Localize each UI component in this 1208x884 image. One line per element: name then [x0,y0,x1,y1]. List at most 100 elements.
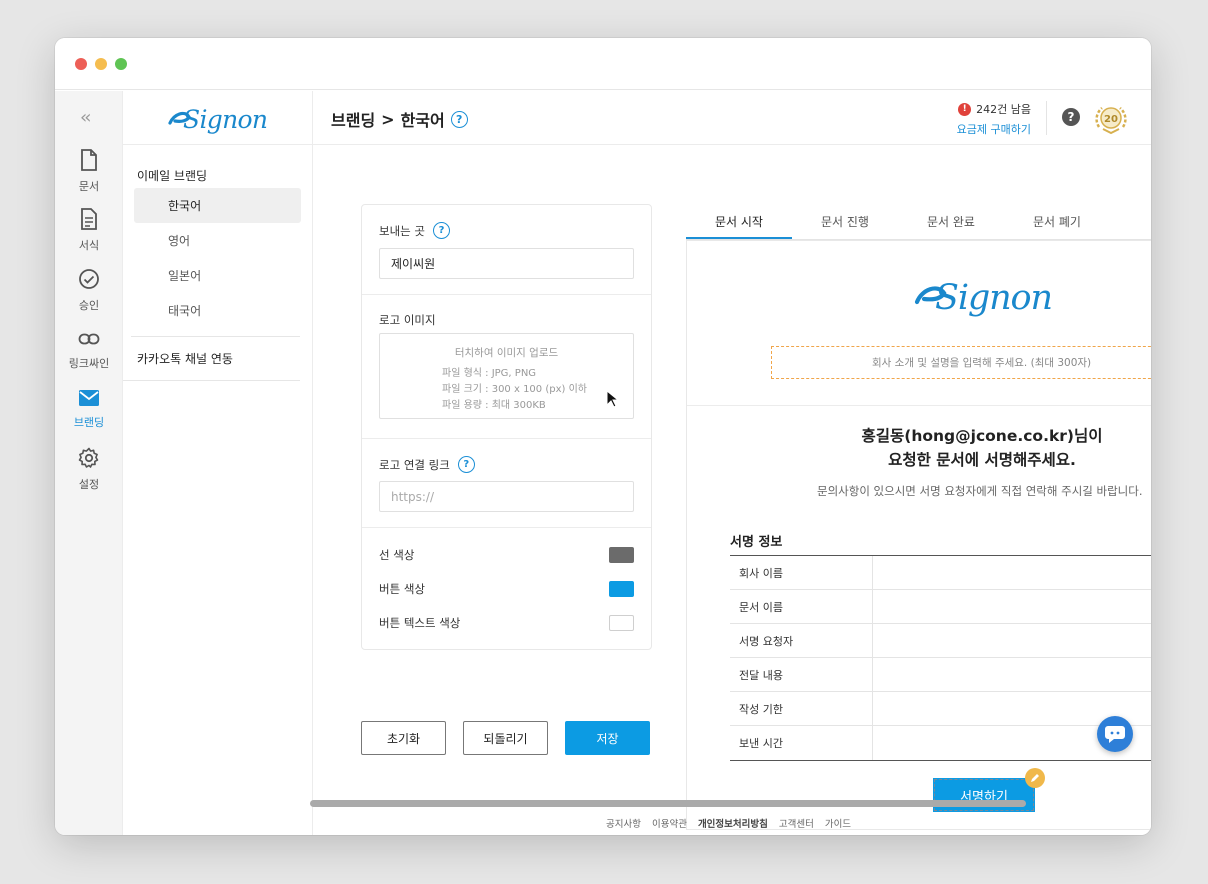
signature-info-heading: 서명 정보 [730,535,783,550]
help-icon[interactable]: ? [432,222,450,239]
help-icon[interactable]: ? [450,110,468,128]
rail-item-linksign[interactable]: 링크싸인 [55,330,123,371]
rail-label: 링크싸인 [68,357,110,370]
logo-link-section: 로고 연결 링크 ? https:// [362,439,651,528]
row-label: 작성 기한 [730,692,873,725]
svg-text:Signon: Signon [935,278,1053,318]
sub-item-english[interactable]: 영어 [134,223,301,258]
tab-document-complete[interactable]: 문서 완료 [898,204,1004,239]
breadcrumb-parent[interactable]: 브랜딩 [331,107,375,131]
svg-text:Signon: Signon [183,105,268,134]
tab-document-more[interactable]: 문서 [1110,204,1151,239]
title-bar [55,38,1151,90]
breadcrumb-current: 한국어 [400,111,445,130]
logo-upload-area[interactable]: 터치하여 이미지 업로드 파일 형식 : JPG, PNG 파일 크기 : 30… [379,333,634,419]
sub-item-kakao-channel[interactable]: 카카오톡 채널 연동 [123,337,300,381]
footer-link-terms[interactable]: 이용약관 [652,816,687,830]
email-branding-heading: 이메일 브랜딩 [137,169,208,183]
check-circle-icon [79,269,99,289]
buy-plan-link[interactable]: 요금제 구매하기 [957,121,1031,137]
maximize-window-button[interactable] [115,58,127,70]
revert-button[interactable]: 되돌리기 [463,721,548,755]
document-icon [81,149,97,171]
row-label: 문서 이름 [730,590,873,623]
rail-item-approval[interactable]: 승인 [55,268,123,313]
chat-icon[interactable] [1097,716,1133,752]
mouse-cursor-icon [606,390,618,408]
table-row: 문서 이름 [730,590,1151,624]
rail-label: 설정 [78,478,100,491]
tab-document-discard[interactable]: 문서 폐기 [1004,204,1110,239]
row-label: 회사 이름 [730,556,873,589]
divider [687,405,1151,406]
button-text-color-label: 버튼 텍스트 색상 [379,616,461,630]
page-header: 브랜딩 > 한국어 ? ! 242건 남음 요금제 구매하기 ? 20 [313,91,1151,145]
logo-label: 로고 이미지 [379,313,436,327]
sender-input[interactable]: 제이씨원 [379,248,634,279]
button-text-color-swatch[interactable] [609,615,634,631]
row-label: 서명 요청자 [730,624,873,657]
button-color-swatch[interactable] [609,581,634,597]
help-icon[interactable]: ? [1062,108,1080,126]
footer-links: 공지사항 이용약관 개인정보처리방침 고객센터 가이드 [606,816,851,830]
sub-item-thai[interactable]: 태국어 [134,293,301,328]
upload-format: 파일 형식 : JPG, PNG [442,368,537,379]
button-color-row: 버튼 색상 [379,581,634,597]
save-button[interactable]: 저장 [565,721,650,755]
esignon-logo: Signon [914,278,1053,318]
breadcrumb: 브랜딩 > 한국어 ? [331,107,468,131]
row-label: 전달 내용 [730,658,873,691]
sub-navigation: Signon 이메일 브랜딩 한국어 영어 일본어 태국어 카카오톡 채널 연동 [123,91,313,835]
rail-label: 문서 [78,180,100,193]
preview-subtitle: 문의사항이 있으시면 서명 요청자에게 직접 연락해 주시길 바랍니다. [817,484,1143,498]
rail-item-templates[interactable]: 서식 [55,208,123,253]
sender-label-text: 보내는 곳 [379,223,425,238]
table-row: 회사 이름 [730,556,1151,590]
rail-item-documents[interactable]: 문서 [55,149,123,194]
rail-label: 서식 [78,239,100,252]
alert-icon: ! [958,102,972,116]
table-row: 서명 요청자 [730,624,1151,658]
sub-item-japanese[interactable]: 일본어 [134,258,301,293]
divider [1046,101,1047,135]
reset-button[interactable]: 초기화 [361,721,446,755]
credit-status: ! 242건 남음 요금제 구매하기 [957,101,1031,137]
upload-size: 파일 크기 : 300 x 100 (px) 이하 [442,384,587,395]
help-icon[interactable]: ? [457,456,475,473]
footer-link-support[interactable]: 고객센터 [779,816,814,830]
footer-link-privacy[interactable]: 개인정보처리방침 [698,816,768,830]
gear-icon [78,447,99,468]
table-row: 전달 내용 [730,658,1151,692]
rail-label: 브랜딩 [73,416,105,429]
credits-remaining: 242건 남음 [976,103,1031,116]
button-text-color-row: 버튼 텍스트 색상 [379,615,634,631]
footer-link-guide[interactable]: 가이드 [825,816,851,830]
intro-input[interactable]: 회사 소개 및 설명을 입력해 주세요. (최대 300자) [771,346,1151,379]
app-window: ‹‹ 문서 서식 승인 링크싸인 브랜딩 설정 Signon 이메일 브랜딩 한… [55,38,1151,835]
collapse-icon[interactable]: ‹‹ [80,107,92,128]
tab-document-start[interactable]: 문서 시작 [686,204,792,239]
preview-tabs: 문서 시작 문서 진행 문서 완료 문서 폐기 문서 [686,204,1151,240]
table-row: 보낸 시간 [730,726,1151,760]
sub-item-korean[interactable]: 한국어 [134,188,301,223]
preview-title: 홍길동(hong@jcone.co.kr)님이 요청한 문서에 서명해주세요. [687,424,1151,472]
horizontal-scrollbar[interactable] [310,800,1026,807]
email-preview: Signon 회사 소개 및 설명을 입력해 주세요. (최대 300자) 홍길… [686,240,1151,830]
footer-link-notice[interactable]: 공지사항 [606,816,641,830]
line-color-swatch[interactable] [609,547,634,563]
logo-link-input[interactable]: https:// [379,481,634,512]
minimize-window-button[interactable] [95,58,107,70]
branding-form: 보내는 곳 ? 제이씨원 로고 이미지 터치하여 이미지 업로드 파일 형식 :… [361,204,652,650]
logo-link-label-text: 로고 연결 링크 [379,457,450,472]
esignon-logo: Signon [167,105,268,134]
rail-item-branding[interactable]: 브랜딩 [55,389,123,430]
breadcrumb-separator: > [381,109,395,129]
tab-document-progress[interactable]: 문서 진행 [792,204,898,239]
edit-pencil-icon[interactable] [1025,768,1045,788]
upload-title: 터치하여 이미지 업로드 [454,347,559,359]
close-window-button[interactable] [75,58,87,70]
anniversary-badge-icon: 20 [1095,107,1127,135]
logo-link-label: 로고 연결 링크 ? [379,456,475,473]
logo[interactable]: Signon [123,91,312,145]
rail-item-settings[interactable]: 설정 [55,447,123,492]
